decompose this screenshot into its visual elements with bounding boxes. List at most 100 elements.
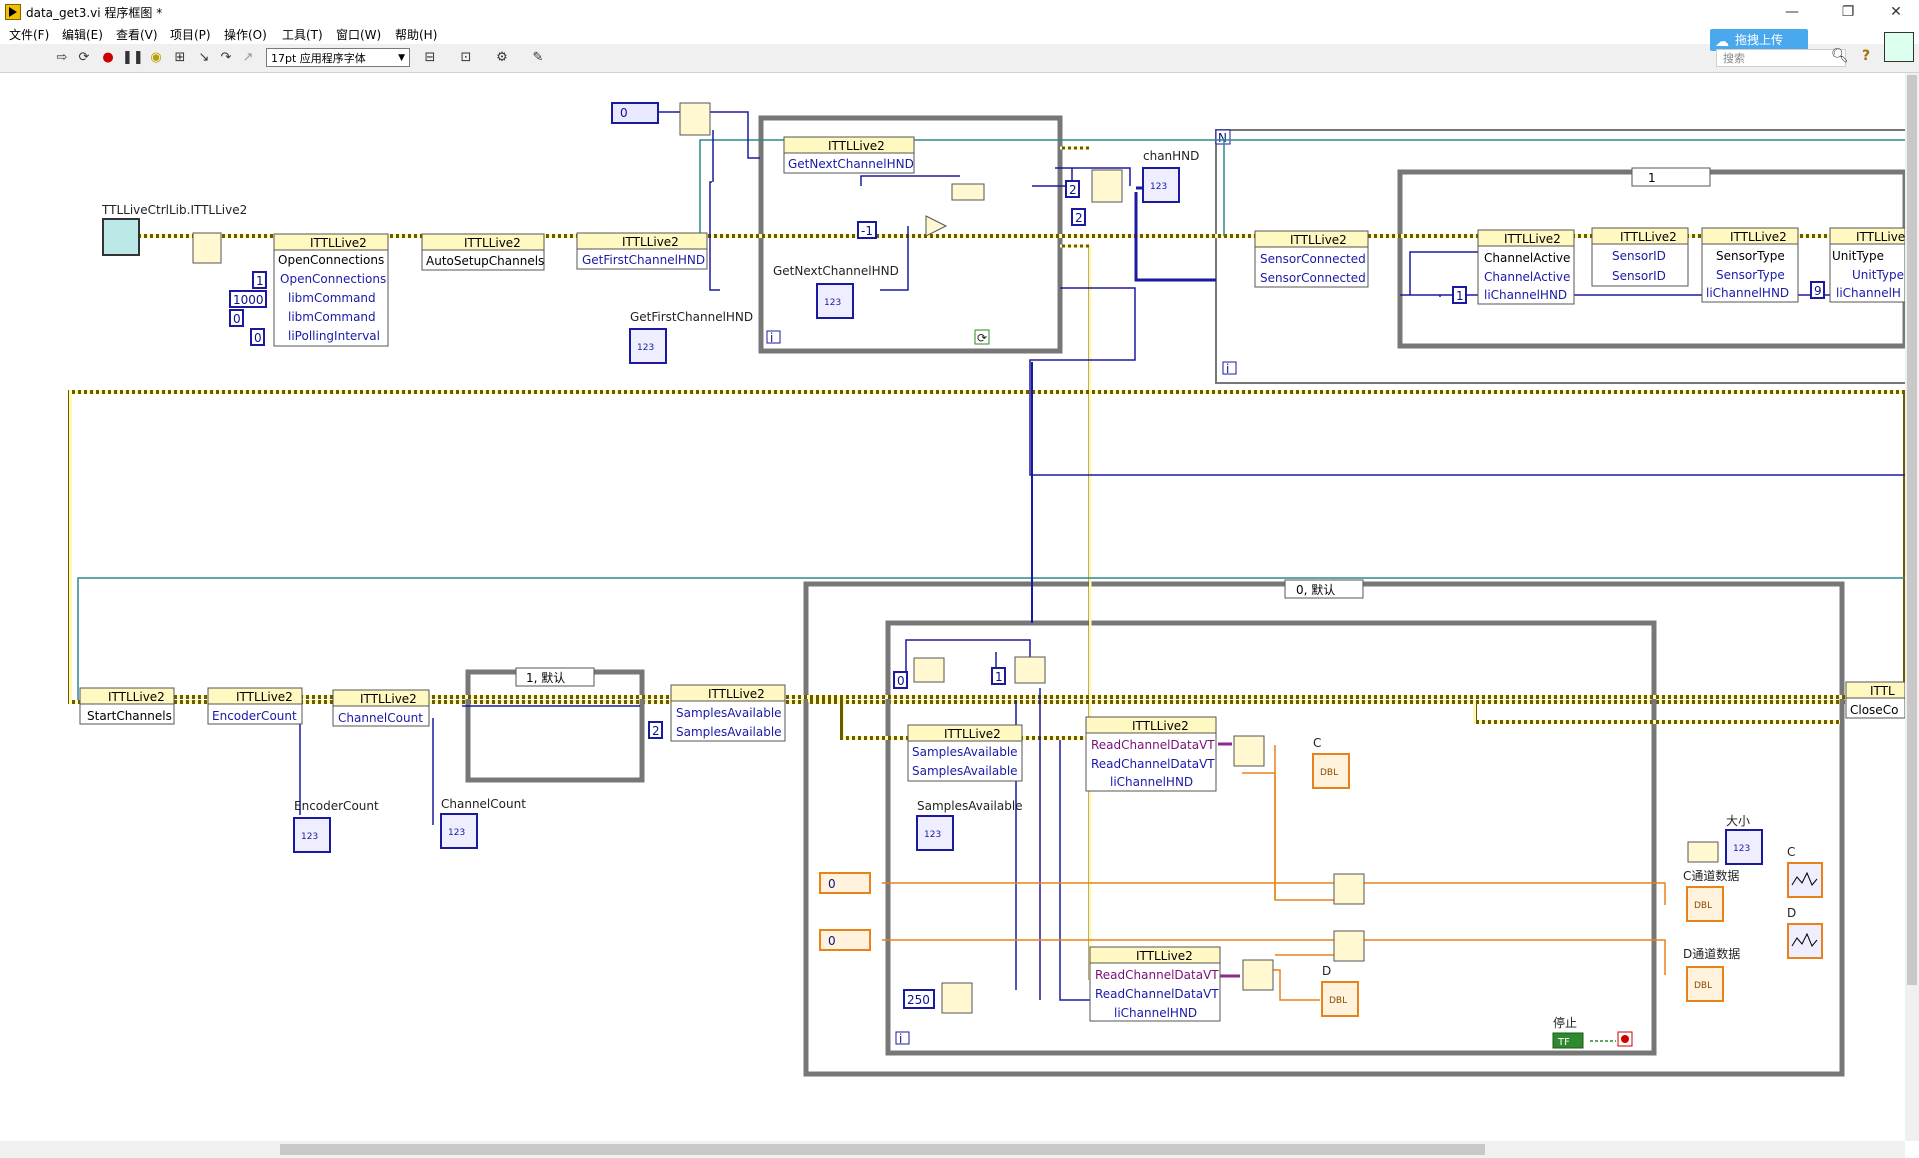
- property-node-sensor-type[interactable]: ITTLLive2 SensorType SensorType liChanne…: [1701, 227, 1799, 303]
- property-label: EncoderCount: [212, 709, 297, 723]
- invoke-node-read-d[interactable]: ITTLLive2 ReadChannelDataVT ReadChannelD…: [1089, 946, 1221, 1022]
- svg-text:TF: TF: [1557, 1037, 1570, 1048]
- stop-button[interactable]: TF: [1552, 1031, 1633, 1049]
- invoke-node-get-first[interactable]: ITTLLive2 GetFirstChannelHND: [576, 232, 708, 270]
- menu-edit[interactable]: 编辑(E): [62, 26, 103, 43]
- invoke-node-read-c[interactable]: ITTLLive2 ReadChannelDataVT ReadChannelD…: [1085, 716, 1217, 792]
- teal-wire: [77, 139, 1905, 700]
- property-label: liChannelH: [1836, 286, 1901, 300]
- step-out-icon[interactable]: ↗: [240, 50, 256, 66]
- invoke-node-close-connections[interactable]: ITTL CloseCo: [1845, 681, 1905, 719]
- horizontal-scroll-thumb[interactable]: [280, 1144, 1485, 1155]
- method-label: ReadChannelDataVT: [1091, 738, 1215, 752]
- node-class-label: ITTL: [1870, 684, 1895, 698]
- param-label: libmCommand: [288, 291, 376, 305]
- get-first-indicator-label: GetFirstChannelHND: [630, 310, 753, 324]
- font-dropdown[interactable]: 17pt 应用程序字体 ▼: [266, 48, 410, 67]
- c-data-label: C通道数据: [1683, 868, 1739, 883]
- menu-operate[interactable]: 操作(O): [224, 26, 267, 43]
- case-structure-middle[interactable]: [465, 669, 645, 783]
- node-class-label: ITTLLive2: [1136, 949, 1193, 963]
- invoke-node-open-connections[interactable]: ITTLLive2 OpenConnections OpenConnection…: [273, 233, 389, 347]
- search-input[interactable]: 搜索: [1716, 49, 1846, 67]
- close-button[interactable]: ✕: [1876, 2, 1916, 22]
- node-class-label: ITTLLive2: [1290, 233, 1347, 247]
- block-diagram[interactable]: i ⟳ N i 1 1, 默认 0, 默认 i TTLLiveCtrlLib.I…: [0, 73, 1905, 1141]
- svg-text:1000: 1000: [233, 293, 264, 307]
- iteration-terminal: [766, 330, 781, 344]
- property-label: ChannelActive: [1484, 270, 1570, 284]
- pause-icon[interactable]: ❚❚: [122, 50, 144, 66]
- node-class-label: ITTLLive2: [1730, 230, 1787, 244]
- menu-help[interactable]: 帮助(H): [395, 26, 437, 43]
- menu-window[interactable]: 窗口(W): [336, 26, 381, 43]
- align-objects-icon[interactable]: ⊟: [422, 50, 438, 66]
- menu-file[interactable]: 文件(F): [9, 26, 49, 43]
- param-label: ReadChannelDataVT: [1095, 987, 1219, 1001]
- get-next-indicator-label: GetNextChannelHND: [773, 264, 899, 278]
- run-continuously-icon[interactable]: ⟳: [76, 50, 92, 66]
- run-icon[interactable]: ⇨: [54, 50, 70, 66]
- property-node-channel-count[interactable]: ITTLLive2 ChannelCount: [332, 689, 430, 727]
- minimize-button[interactable]: —: [1772, 2, 1812, 22]
- distribute-objects-icon[interactable]: ⊡: [458, 50, 474, 66]
- menu-tools[interactable]: 工具(T): [282, 26, 323, 43]
- abort-icon[interactable]: ●: [100, 50, 116, 66]
- node-class-label: ITTLLive2: [1620, 230, 1677, 244]
- property-node-samples-available-inner[interactable]: ITTLLive2 SamplesAvailable SamplesAvaila…: [907, 724, 1023, 782]
- method-label: GetNextChannelHND: [788, 157, 914, 171]
- d-data-label: D通道数据: [1683, 946, 1740, 961]
- search-icon[interactable]: 🔍︎: [1831, 48, 1849, 64]
- title-bar: data_get3.vi 程序框图 * — ❐ ✕: [0, 0, 1919, 24]
- property-node-channel-active[interactable]: ITTLLive2 ChannelActive ChannelActive li…: [1477, 229, 1575, 305]
- param-label: liPollingInterval: [288, 329, 380, 343]
- param-label: OpenConnections: [280, 272, 386, 286]
- case-selector-top[interactable]: [1631, 167, 1711, 187]
- svg-text:1: 1: [995, 670, 1003, 684]
- step-into-icon[interactable]: ↘: [196, 50, 212, 66]
- property-node-samples-available[interactable]: ITTLLive2 SamplesAvailable SamplesAvaila…: [670, 684, 786, 742]
- stop-label: 停止: [1553, 1015, 1577, 1030]
- property-node-encoder-count[interactable]: ITTLLive2 EncoderCount: [207, 687, 303, 725]
- waveform-graph-c[interactable]: [1787, 862, 1823, 898]
- svg-text:123: 123: [1150, 182, 1167, 192]
- clean-up-diagram-icon[interactable]: ✎: [530, 50, 546, 66]
- invoke-node-start-channels[interactable]: ITTLLive2 StartChannels: [79, 687, 175, 725]
- reorder-icon[interactable]: ⚙: [494, 50, 510, 66]
- waveform-graph-d[interactable]: [1787, 923, 1823, 959]
- samples-available-indicator-label: SamplesAvailable: [917, 799, 1023, 813]
- invoke-node-auto-setup[interactable]: ITTLLive2 AutoSetupChannels: [421, 233, 545, 271]
- property-node-sensor-connected[interactable]: ITTLLive2 SensorConnected SensorConnecte…: [1254, 230, 1369, 288]
- invoke-node-get-next[interactable]: ITTLLive2 GetNextChannelHND: [783, 136, 915, 174]
- node-class-label: ITTLLive2: [828, 139, 885, 153]
- property-label: liChannelHND: [1484, 288, 1567, 302]
- vertical-scroll-thumb[interactable]: [1907, 75, 1917, 985]
- upload-button[interactable]: ☁ 拖拽上传: [1710, 29, 1808, 51]
- help-icon[interactable]: ?: [1862, 48, 1870, 64]
- vertical-scrollbar[interactable]: [1905, 73, 1919, 1141]
- node-class-label: ITTLLive2: [622, 235, 679, 249]
- toolbar: ⇨ ⟳ ● ❚❚ ◉ ⊞ ↘ ↷ ↗ 17pt 应用程序字体 ▼ ⊟ ⊡ ⚙ ✎: [0, 44, 1919, 73]
- property-label: liChannelHND: [1706, 286, 1789, 300]
- svg-text:1: 1: [1456, 289, 1464, 303]
- svg-text:0: 0: [254, 331, 262, 345]
- d-graph-label: D: [1787, 906, 1796, 920]
- d-indicator-label: D: [1322, 964, 1331, 978]
- horizontal-scrollbar[interactable]: [0, 1141, 1905, 1158]
- menu-view[interactable]: 查看(V): [116, 26, 158, 43]
- svg-text:2: 2: [1069, 183, 1077, 197]
- restore-button[interactable]: ❐: [1828, 2, 1868, 22]
- menu-project[interactable]: 项目(P): [170, 26, 211, 43]
- svg-text:0: 0: [828, 934, 836, 948]
- property-node-sensor-id[interactable]: ITTLLive2 SensorID SensorID: [1591, 227, 1689, 287]
- property-label: SensorID: [1612, 269, 1666, 283]
- property-label: UnitType: [1832, 249, 1884, 263]
- highlight-execution-icon[interactable]: ◉: [148, 50, 164, 66]
- retain-wire-values-icon[interactable]: ⊞: [172, 50, 188, 66]
- param-label: ReadChannelDataVT: [1091, 757, 1215, 771]
- property-node-unit-type[interactable]: ITTLLive UnitType UnitType liChannelH: [1829, 227, 1905, 303]
- menu-bar: 文件(F) 编辑(E) 查看(V) 项目(P) 操作(O) 工具(T) 窗口(W…: [0, 24, 1919, 44]
- method-label: OpenConnections: [278, 253, 384, 267]
- step-over-icon[interactable]: ↷: [218, 50, 234, 66]
- svg-text:123: 123: [824, 298, 841, 308]
